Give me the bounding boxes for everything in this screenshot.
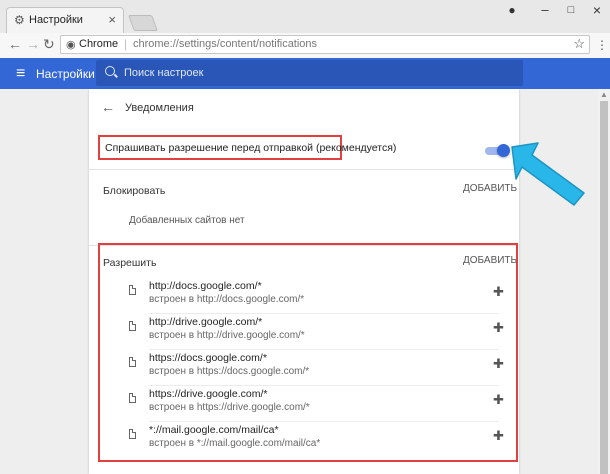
profile-icon[interactable]: ● xyxy=(497,0,527,22)
omnibox-chrome-label: Chrome xyxy=(79,38,119,50)
settings-search-input[interactable]: Поиск настроек xyxy=(96,60,523,86)
browser-menu-icon[interactable]: ⋮ xyxy=(596,38,608,52)
divider xyxy=(89,169,519,170)
reload-icon[interactable]: ↻ xyxy=(43,36,55,53)
browser-tab-settings[interactable]: ⚙ Настройки × xyxy=(6,7,124,33)
allow-section-highlight xyxy=(98,243,518,462)
back-arrow-icon[interactable]: ← xyxy=(101,99,115,115)
omnibox-separator: | xyxy=(124,37,128,51)
page-title: Уведомления xyxy=(125,102,194,114)
new-tab-button[interactable] xyxy=(128,15,158,31)
scroll-up-icon[interactable]: ▲ xyxy=(600,90,608,99)
settings-title: Настройки xyxy=(36,67,95,81)
address-bar[interactable]: ◉ Chrome | chrome://settings/content/not… xyxy=(60,35,590,54)
scrollbar[interactable]: ▲ xyxy=(598,89,610,474)
scroll-thumb[interactable] xyxy=(600,101,608,474)
callout-arrow-icon xyxy=(511,142,585,206)
ask-permission-label: Спрашивать разрешение перед отправкой (р… xyxy=(105,142,397,154)
forward-arrow-icon[interactable]: → xyxy=(26,36,40,52)
bookmark-star-icon[interactable]: ☆ xyxy=(573,36,585,52)
back-arrow-icon[interactable]: ← xyxy=(8,36,22,52)
ask-permission-toggle[interactable] xyxy=(485,144,510,157)
hamburger-menu-icon[interactable]: ≡ xyxy=(16,65,25,83)
tab-title: Настройки xyxy=(29,14,83,26)
search-placeholder: Поиск настроек xyxy=(124,67,204,79)
tab-close-icon[interactable]: × xyxy=(108,12,116,27)
omnibox-url[interactable]: chrome://settings/content/notifications xyxy=(133,38,317,50)
browser-toolbar: ← → ↻ ◉ Chrome | chrome://settings/conte… xyxy=(0,33,610,59)
chrome-page-icon: ◉ xyxy=(66,39,76,51)
settings-header: ≡ Настройки Поиск настроек xyxy=(0,58,610,89)
close-window-button[interactable]: × xyxy=(582,0,610,22)
title-bar: ⚙ Настройки × ● – □ × xyxy=(0,0,610,34)
block-section-label: Блокировать xyxy=(103,185,166,197)
gear-icon: ⚙ xyxy=(14,13,25,27)
search-icon xyxy=(105,66,115,76)
ask-permission-highlight: Спрашивать разрешение перед отправкой (р… xyxy=(98,135,396,160)
block-empty-text: Добавленных сайтов нет xyxy=(129,215,245,226)
